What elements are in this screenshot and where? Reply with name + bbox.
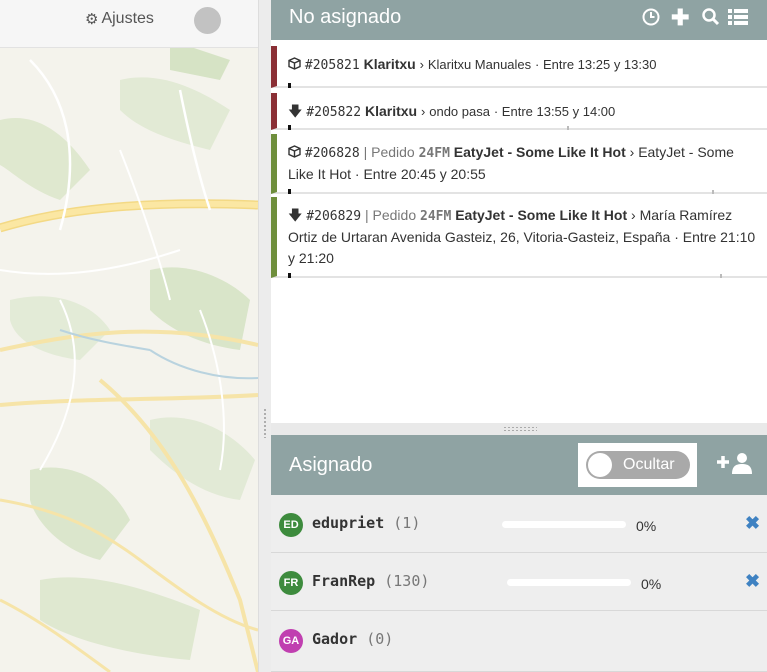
- map-view[interactable]: ⚙ Ajustes: [0, 0, 258, 672]
- order-timeline-marker: [288, 189, 291, 194]
- order-timeline-marker: [288, 83, 291, 88]
- driver-order-count: (1): [393, 514, 421, 532]
- settings-label: Ajustes: [101, 10, 154, 27]
- toggle-label: Ocultar: [623, 456, 675, 473]
- order-number: #206828: [304, 146, 360, 161]
- driver-name: FranRep (130): [312, 572, 429, 590]
- avatar: GA: [279, 629, 303, 653]
- add-user-icon: [717, 453, 753, 479]
- search-icon[interactable]: [701, 6, 720, 30]
- map-header: ⚙ Ajustes: [0, 0, 258, 48]
- driver-order-count: (0): [366, 630, 394, 648]
- connection-status-indicator: [194, 7, 221, 34]
- add-user-button[interactable]: [717, 452, 753, 479]
- order-number: #205821: [304, 58, 360, 73]
- order-pedido-code: 24FM: [420, 209, 452, 224]
- resize-grip: [263, 408, 267, 438]
- driver-progress-bar: [507, 579, 631, 586]
- gear-icon: ⚙: [85, 11, 99, 28]
- driver-order-count: (130): [384, 572, 430, 590]
- order-timeline-marker: [288, 273, 291, 278]
- arrow-down-icon: 🡇: [288, 207, 303, 223]
- order-pipe: |: [364, 207, 369, 223]
- order-number: #206829: [306, 209, 362, 224]
- order-item[interactable]: #206828 | Pedido 24FM EatyJet - Some Lik…: [271, 134, 767, 194]
- order-destination: ondo pasa: [429, 104, 490, 119]
- clock-icon[interactable]: [642, 6, 660, 30]
- order-timeline-marker: [720, 274, 722, 278]
- map-canvas: [0, 40, 258, 672]
- driver-name: edupriet (1): [312, 514, 420, 532]
- list-splitter-handle[interactable]: [271, 423, 767, 435]
- unassigned-order-list: #205821 Klaritxu › Klaritxu Manuales · E…: [271, 40, 767, 423]
- remove-driver-button[interactable]: ✖: [745, 571, 760, 592]
- avatar: ED: [279, 513, 303, 537]
- settings-link[interactable]: ⚙ Ajustes: [85, 10, 154, 28]
- driver-progress-percent: 0%: [641, 576, 662, 592]
- order-timeline-marker: [712, 190, 714, 194]
- order-timeline-marker: [567, 126, 569, 130]
- order-destination: Klaritxu Manuales: [427, 57, 532, 72]
- panel-resize-handle[interactable]: [258, 0, 271, 672]
- assigned-title: Asignado: [289, 454, 373, 476]
- order-time-window: · Entre 20:45 y 20:55: [354, 166, 486, 182]
- list-icon[interactable]: [728, 6, 748, 30]
- plus-icon[interactable]: ✚: [671, 6, 689, 30]
- order-separator: ›: [629, 144, 635, 160]
- remove-driver-button[interactable]: ✖: [745, 513, 760, 534]
- unassigned-title: No asignado: [289, 6, 402, 28]
- assigned-header: Asignado Ocultar: [271, 435, 767, 495]
- driver-name-text: FranRep: [312, 572, 376, 590]
- unassigned-header: No asignado ✚: [271, 0, 767, 40]
- driver-progress-bar: [502, 521, 626, 528]
- driver-progress-percent: 0%: [636, 518, 657, 534]
- order-separator: ›: [631, 207, 636, 223]
- order-pedido-label: Pedido: [371, 144, 415, 160]
- hide-toggle-container: Ocultar: [578, 443, 697, 487]
- toggle-knob: [588, 453, 612, 477]
- order-number: #205822: [306, 105, 362, 120]
- order-customer: EatyJet - Some Like It Hot: [453, 144, 626, 160]
- order-timeline-marker: [288, 125, 291, 130]
- box-icon: [288, 144, 305, 160]
- driver-row[interactable]: FR FranRep (130) 0% ✖: [271, 553, 767, 611]
- order-separator: ›: [421, 104, 426, 119]
- box-icon: [288, 56, 305, 72]
- order-separator: ›: [419, 57, 424, 72]
- order-time-window: · Entre 13:25 y 13:30: [535, 57, 657, 72]
- order-pedido-label: Pedido: [372, 207, 417, 223]
- driver-name: Gador (0): [312, 630, 393, 648]
- hide-toggle[interactable]: Ocultar: [586, 451, 690, 479]
- order-pipe: |: [363, 144, 368, 160]
- driver-row[interactable]: GA Gador (0): [271, 611, 767, 672]
- order-item[interactable]: #205821 Klaritxu › Klaritxu Manuales · E…: [271, 46, 767, 88]
- order-item[interactable]: 🡇 #205822 Klaritxu › ondo pasa · Entre 1…: [271, 93, 767, 130]
- order-customer: Klaritxu: [363, 56, 416, 72]
- order-customer: Klaritxu: [364, 103, 418, 119]
- driver-name-text: Gador: [312, 630, 358, 648]
- close-icon: ✖: [745, 513, 761, 533]
- dispatch-panel: No asignado ✚ #205821 Klaritxu › Klaritx…: [271, 0, 767, 672]
- avatar: FR: [279, 571, 303, 595]
- order-customer: EatyJet - Some Like It Hot: [455, 207, 628, 223]
- arrow-down-icon: 🡇: [288, 103, 303, 119]
- driver-name-text: edupriet: [312, 514, 385, 532]
- driver-row[interactable]: ED edupriet (1) 0% ✖: [271, 495, 767, 553]
- splitter-grip: [503, 426, 537, 432]
- close-icon: ✖: [745, 571, 761, 591]
- order-item[interactable]: 🡇 #206829 | Pedido 24FM EatyJet - Some L…: [271, 197, 767, 278]
- order-pedido-code: 24FM: [418, 146, 450, 161]
- order-time-window: · Entre 13:55 y 14:00: [493, 104, 616, 119]
